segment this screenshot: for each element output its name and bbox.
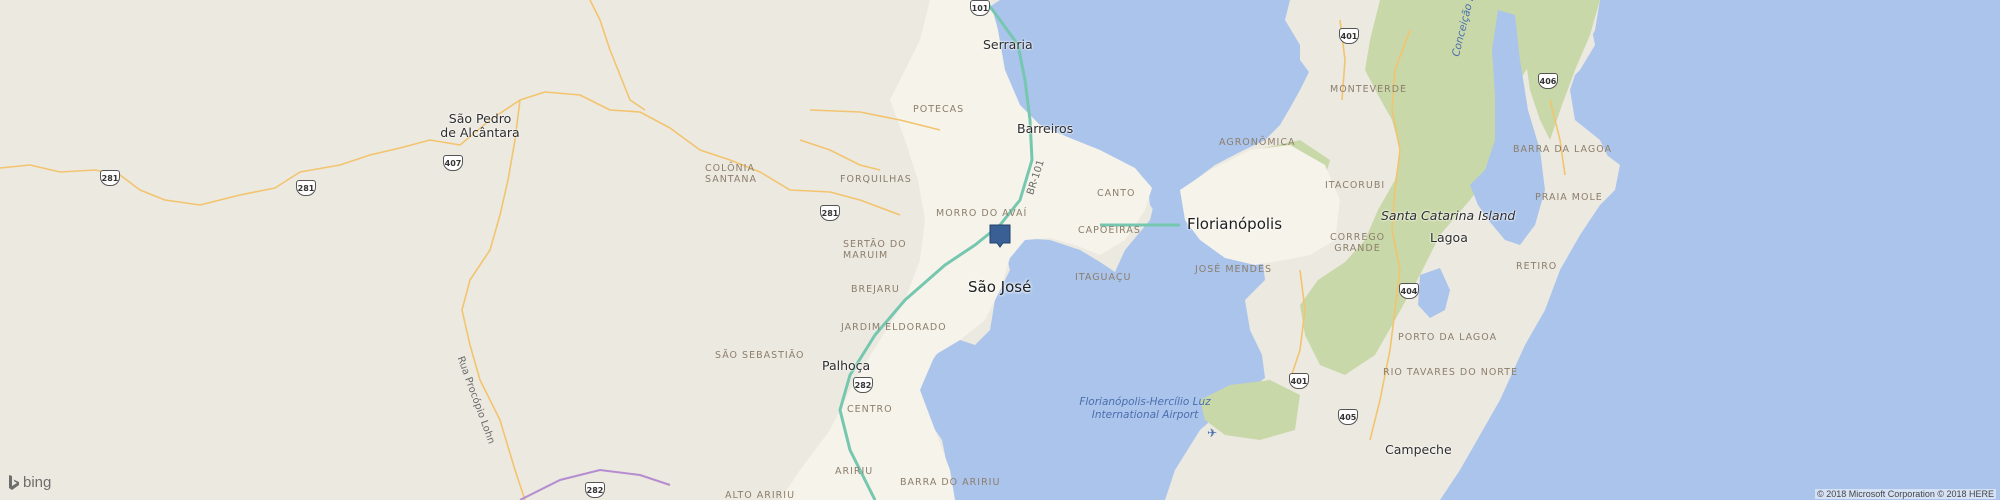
road-shield: 281 bbox=[100, 170, 120, 186]
road-shield: 401 bbox=[1339, 28, 1359, 44]
map-canvas[interactable] bbox=[0, 0, 2000, 500]
copyright-notice: © 2018 Microsoft Corporation © 2018 HERE bbox=[1815, 489, 1996, 499]
road-shield: 281 bbox=[820, 205, 840, 221]
map-pin-icon[interactable] bbox=[989, 224, 1011, 248]
bing-logo-icon bbox=[9, 474, 19, 490]
road-shield: 407 bbox=[443, 155, 463, 171]
bing-logo-text: bing bbox=[23, 474, 52, 491]
road-shield: 281 bbox=[296, 180, 316, 196]
road-shield: 404 bbox=[1399, 283, 1419, 299]
road-shield: 406 bbox=[1538, 73, 1558, 89]
road-shield: 282 bbox=[585, 482, 605, 498]
road-shield: 101 bbox=[970, 0, 990, 16]
road-shield: 405 bbox=[1338, 409, 1358, 425]
map-view[interactable]: Florianópolis São José Palhoça Serraria … bbox=[0, 0, 2000, 500]
road-shield: 282 bbox=[853, 377, 873, 393]
bing-logo[interactable]: bing bbox=[8, 474, 51, 491]
road-shield: 401 bbox=[1289, 373, 1309, 389]
